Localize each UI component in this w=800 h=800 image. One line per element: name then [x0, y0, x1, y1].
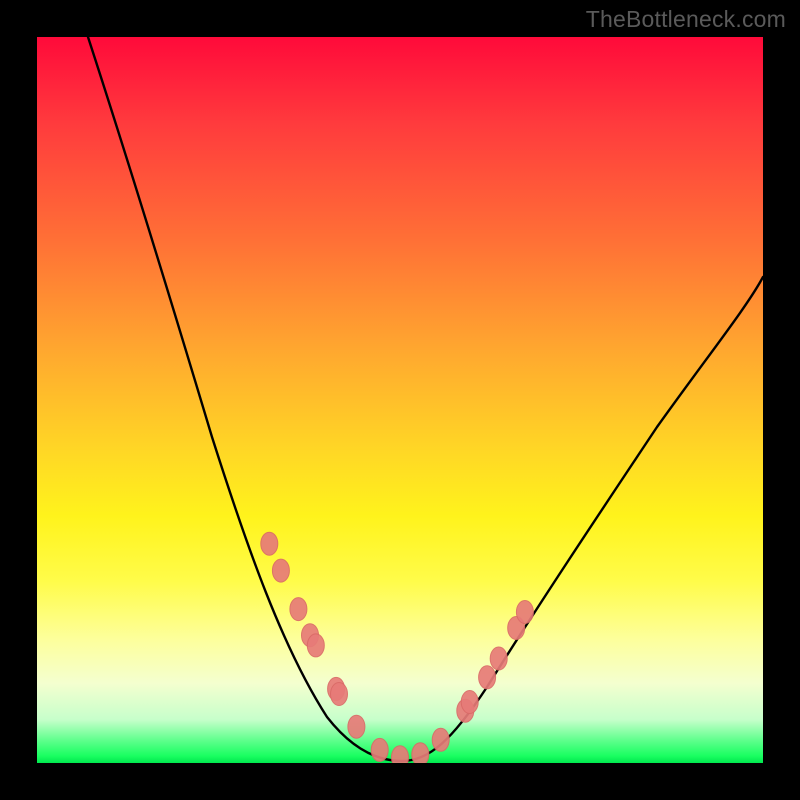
curve-marker [348, 715, 365, 738]
chart-frame: TheBottleneck.com [0, 0, 800, 800]
curve-marker [290, 598, 307, 621]
curve-marker [272, 559, 289, 582]
curve-marker [432, 728, 449, 751]
chart-svg [37, 37, 763, 763]
watermark-text: TheBottleneck.com [586, 6, 786, 33]
curve-marker [479, 666, 496, 689]
plot-area [37, 37, 763, 763]
curve-marker [516, 601, 533, 624]
curve-marker [331, 683, 348, 706]
curve-marker [371, 738, 388, 761]
marker-group [261, 532, 534, 763]
bottleneck-curve [88, 37, 763, 761]
curve-marker [261, 532, 278, 555]
curve-marker [412, 743, 429, 763]
curve-marker [307, 634, 324, 657]
curve-marker [490, 647, 507, 670]
curve-marker [392, 746, 409, 763]
curve-marker [461, 691, 478, 714]
